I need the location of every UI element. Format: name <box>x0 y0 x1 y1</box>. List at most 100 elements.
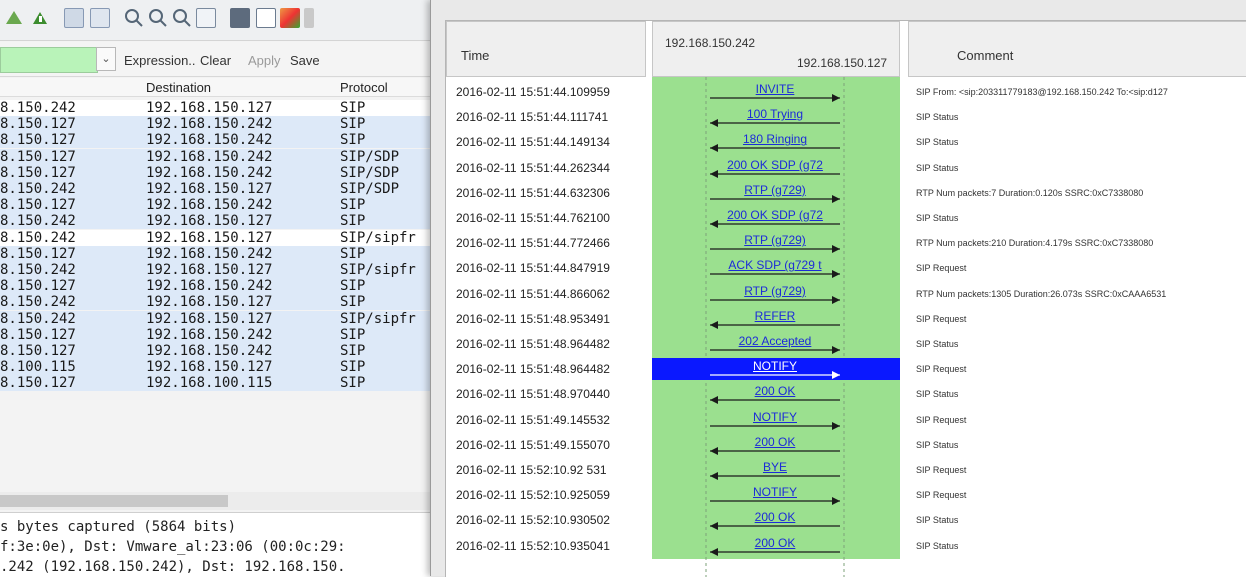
packet-row[interactable]: 8.150.127 192.168.150.242 SIP <box>0 245 440 262</box>
packet-list-icon[interactable] <box>64 8 84 28</box>
coloring-rules-icon[interactable] <box>280 8 300 28</box>
colorize-icon[interactable] <box>30 8 50 28</box>
detail-line[interactable]: s bytes captured (5864 bits) <box>0 519 236 535</box>
comment-cell[interactable]: SIP Request <box>916 484 1246 506</box>
comment-cell[interactable]: SIP Status <box>916 333 1246 355</box>
zoom-in-icon[interactable] <box>124 8 144 28</box>
save-button[interactable]: Save <box>290 53 320 68</box>
flow-row[interactable]: 200 OK <box>652 383 900 405</box>
time-cell[interactable]: 2016-02-11 15:51:44.109959 <box>456 81 646 103</box>
comment-cell[interactable]: RTP Num packets:210 Duration:4.179s SSRC… <box>916 232 1246 254</box>
time-cell[interactable]: 2016-02-11 15:51:44.149134 <box>456 131 646 153</box>
horizontal-scrollbar[interactable] <box>0 492 440 510</box>
detail-line[interactable]: f:3e:0e), Dst: Vmware_al:23:06 (00:0c:29… <box>0 539 346 555</box>
flow-row[interactable]: 200 OK <box>652 434 900 456</box>
comment-cell[interactable]: SIP Request <box>916 409 1246 431</box>
time-cell[interactable]: 2016-02-11 15:51:48.953491 <box>456 308 646 330</box>
comment-cell[interactable]: SIP From: <sip:203311779183@192.168.150.… <box>916 81 1246 103</box>
flow-row[interactable]: 200 OK <box>652 535 900 557</box>
comment-cell[interactable]: SIP Request <box>916 257 1246 279</box>
time-cell[interactable]: 2016-02-11 15:51:44.772466 <box>456 232 646 254</box>
auto-scroll-icon[interactable] <box>90 8 110 28</box>
resize-columns-icon[interactable] <box>196 8 216 28</box>
packet-row[interactable]: 8.150.127 192.168.100.115 SIP <box>0 375 440 392</box>
comment-cell[interactable]: SIP Status <box>916 434 1246 456</box>
packet-row[interactable]: 8.150.242 192.168.150.127 SIP/sipfr <box>0 310 440 327</box>
time-cell[interactable]: 2016-02-11 15:51:48.970440 <box>456 383 646 405</box>
time-cell[interactable]: 2016-02-11 15:51:44.632306 <box>456 182 646 204</box>
detail-line[interactable]: .242 (192.168.150.242), Dst: 192.168.150… <box>0 559 346 575</box>
flow-row[interactable]: REFER <box>652 308 900 330</box>
column-header-protocol[interactable]: Protocol <box>340 80 388 95</box>
packet-row[interactable]: 8.150.127 192.168.150.242 SIP/SDP <box>0 148 440 165</box>
flow-row[interactable]: 200 OK <box>652 509 900 531</box>
packet-row[interactable]: 8.150.242 192.168.150.127 SIP/SDP <box>0 181 440 197</box>
comment-cell[interactable]: RTP Num packets:7 Duration:0.120s SSRC:0… <box>916 182 1246 204</box>
time-cell[interactable]: 2016-02-11 15:51:44.762100 <box>456 207 646 229</box>
time-cell[interactable]: 2016-02-11 15:51:48.964482 <box>456 333 646 355</box>
chevron-down-icon[interactable]: ⌄ <box>96 47 116 71</box>
time-cell[interactable]: 2016-02-11 15:51:48.964482 <box>456 358 646 380</box>
clear-button[interactable]: Clear <box>200 53 231 68</box>
time-cell[interactable]: 2016-02-11 15:52:10.925059 <box>456 484 646 506</box>
flow-row[interactable]: NOTIFY <box>652 409 900 431</box>
comment-cell[interactable]: RTP Num packets:1305 Duration:26.073s SS… <box>916 283 1246 305</box>
flow-row[interactable]: 200 OK SDP (g72 <box>652 157 900 179</box>
comment-cell[interactable]: SIP Request <box>916 459 1246 481</box>
comment-cell[interactable]: SIP Status <box>916 131 1246 153</box>
time-cell[interactable]: 2016-02-11 15:52:10.930502 <box>456 509 646 531</box>
time-cell[interactable]: 2016-02-11 15:51:49.145532 <box>456 409 646 431</box>
display-filter-input[interactable] <box>0 47 98 73</box>
flow-row[interactable]: NOTIFY <box>652 484 900 506</box>
flow-row[interactable]: 202 Accepted <box>652 333 900 355</box>
comment-cell[interactable]: SIP Status <box>916 383 1246 405</box>
flow-row[interactable]: BYE <box>652 459 900 481</box>
time-cell[interactable]: 2016-02-11 15:51:44.111741 <box>456 106 646 128</box>
packet-row[interactable]: 8.150.242 192.168.150.127 SIP <box>0 213 440 230</box>
time-cell[interactable]: 2016-02-11 15:52:10.92 531 <box>456 459 646 481</box>
flow-row[interactable]: RTP (g729) <box>652 182 900 204</box>
flow-row[interactable]: RTP (g729) <box>652 232 900 254</box>
packet-row[interactable]: 8.150.127 192.168.150.242 SIP <box>0 197 440 214</box>
prefs-icon[interactable] <box>304 8 314 28</box>
packet-row[interactable]: 8.150.127 192.168.150.242 SIP <box>0 116 440 133</box>
time-cell[interactable]: 2016-02-11 15:51:44.847919 <box>456 257 646 279</box>
packet-row[interactable]: 8.150.127 192.168.150.242 SIP <box>0 343 440 359</box>
apply-button[interactable]: Apply <box>248 53 281 68</box>
flow-row[interactable]: ACK SDP (g729 t <box>652 257 900 279</box>
flow-row[interactable]: RTP (g729) <box>652 283 900 305</box>
packet-row[interactable]: 8.150.242 192.168.150.127 SIP <box>0 100 440 116</box>
flow-row[interactable]: 200 OK SDP (g72 <box>652 207 900 229</box>
zoom-out-icon[interactable] <box>148 8 168 28</box>
shark-fin-icon[interactable] <box>4 8 24 28</box>
display-filters-icon[interactable] <box>256 8 276 28</box>
packet-row[interactable]: 8.150.242 192.168.150.127 SIP/sipfr <box>0 262 440 278</box>
column-header-destination[interactable]: Destination <box>146 80 211 95</box>
packet-row[interactable]: 8.150.127 192.168.150.242 SIP <box>0 326 440 343</box>
packet-row[interactable]: 8.150.242 192.168.150.127 SIP/sipfr <box>0 229 440 246</box>
comment-cell[interactable]: SIP Status <box>916 106 1246 128</box>
packet-row[interactable]: 8.150.127 192.168.150.242 SIP <box>0 278 440 295</box>
comment-cell[interactable]: SIP Status <box>916 157 1246 179</box>
packet-row[interactable]: 8.150.127 192.168.150.242 SIP/SDP <box>0 164 440 181</box>
flow-row[interactable]: INVITE <box>652 81 900 103</box>
time-cell[interactable]: 2016-02-11 15:51:44.866062 <box>456 283 646 305</box>
packet-row[interactable]: 8.150.127 192.168.150.242 SIP <box>0 132 440 149</box>
time-cell[interactable]: 2016-02-11 15:52:10.935041 <box>456 535 646 557</box>
time-cell[interactable]: 2016-02-11 15:51:44.262344 <box>456 157 646 179</box>
scrollbar-thumb[interactable] <box>0 495 228 507</box>
expression-button[interactable]: Expression.. <box>124 53 196 68</box>
time-cell[interactable]: 2016-02-11 15:51:49.155070 <box>456 434 646 456</box>
comment-cell[interactable]: SIP Request <box>916 358 1246 380</box>
flow-row[interactable]: 180 Ringing <box>652 131 900 153</box>
comment-cell[interactable]: SIP Status <box>916 509 1246 531</box>
packet-row[interactable]: 8.100.115 192.168.150.127 SIP <box>0 359 440 376</box>
zoom-normal-icon[interactable] <box>172 8 192 28</box>
flow-row[interactable]: NOTIFY <box>652 358 900 381</box>
capture-filters-icon[interactable] <box>230 8 250 28</box>
packet-row[interactable]: 8.150.242 192.168.150.127 SIP <box>0 294 440 311</box>
flow-row[interactable]: 100 Trying <box>652 106 900 128</box>
comment-cell[interactable]: SIP Request <box>916 308 1246 330</box>
comment-cell[interactable]: SIP Status <box>916 207 1246 229</box>
comment-cell[interactable]: SIP Status <box>916 535 1246 557</box>
